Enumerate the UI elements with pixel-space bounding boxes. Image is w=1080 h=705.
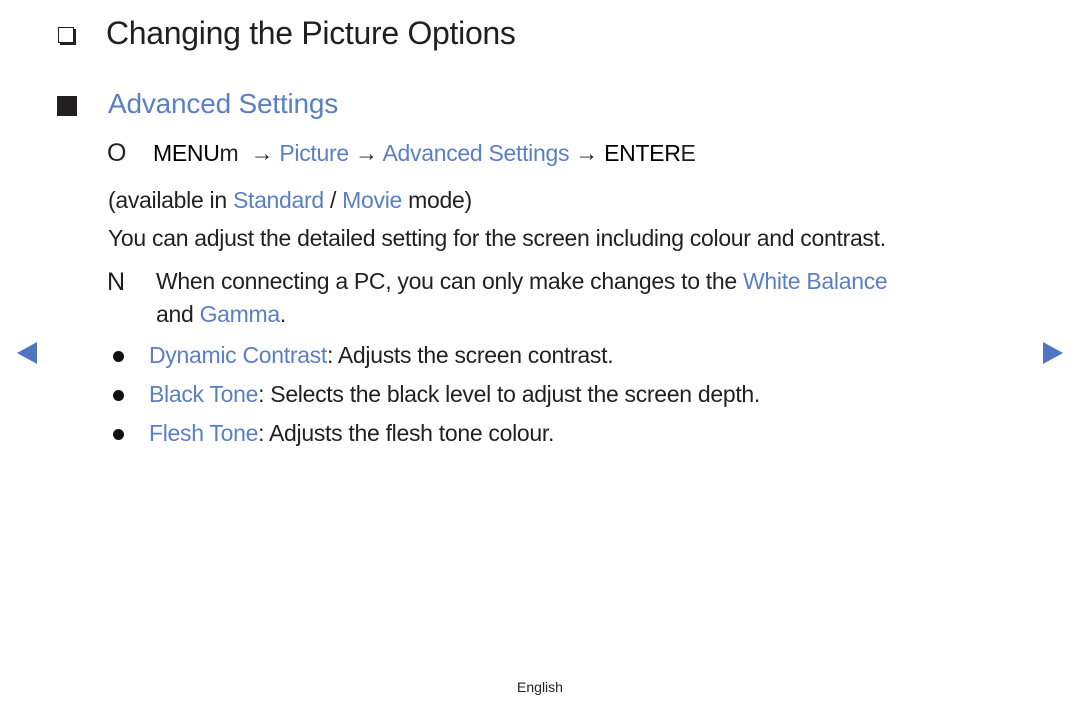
bullet-icon xyxy=(113,429,124,440)
bullet-icon xyxy=(113,390,124,401)
enter-key: ENTER xyxy=(604,140,681,166)
availability-prefix: (available in xyxy=(108,187,233,213)
item-text: : Adjusts the flesh tone colour. xyxy=(258,420,555,446)
bullet-icon xyxy=(113,351,124,362)
arrow-icon: → xyxy=(575,140,598,166)
item-term[interactable]: Flesh Tone xyxy=(149,420,258,446)
item-text: : Selects the black level to adjust the … xyxy=(258,381,760,407)
note-icon: N xyxy=(107,268,126,296)
description: You can adjust the detailed setting for … xyxy=(108,225,886,251)
availability-separator: / xyxy=(323,187,343,213)
arrow-icon: → xyxy=(354,140,378,166)
filled-square-icon xyxy=(57,96,77,116)
availability-suffix: mode) xyxy=(402,187,472,213)
menu-path: MENUm → Picture → Advanced Settings → EN… xyxy=(153,140,696,167)
menu-key-icon: m xyxy=(219,140,239,166)
checkbox-square-icon xyxy=(58,27,74,43)
note-text: . xyxy=(279,301,286,327)
page-title: Changing the Picture Options xyxy=(106,15,516,51)
note-text: and xyxy=(156,301,200,327)
list-item: Dynamic Contrast: Adjusts the screen con… xyxy=(149,342,614,369)
note-text: When connecting a PC, you can only make … xyxy=(156,268,743,294)
mode-movie[interactable]: Movie xyxy=(342,187,402,213)
menu-step-picture[interactable]: Picture xyxy=(279,140,349,166)
menu-step-advanced-settings[interactable]: Advanced Settings xyxy=(382,140,569,166)
section-title: Advanced Settings xyxy=(108,88,339,119)
list-item: Flesh Tone: Adjusts the flesh tone colou… xyxy=(149,420,554,447)
note-line-2: and Gamma. xyxy=(156,301,286,328)
item-text: : Adjusts the screen contrast. xyxy=(326,342,614,368)
menu-key: MENU xyxy=(153,140,220,166)
enter-key-icon: E xyxy=(680,140,696,166)
previous-page-icon[interactable] xyxy=(17,342,37,364)
remote-icon: O xyxy=(107,139,127,167)
item-term[interactable]: Black Tone xyxy=(149,381,258,407)
arrow-icon: → xyxy=(250,140,274,166)
list-item: Black Tone: Selects the black level to a… xyxy=(149,381,760,408)
next-page-icon[interactable] xyxy=(1043,342,1063,364)
note-line-1: When connecting a PC, you can only make … xyxy=(156,268,888,295)
item-term[interactable]: Dynamic Contrast xyxy=(149,342,327,368)
link-gamma[interactable]: Gamma xyxy=(200,301,281,327)
mode-standard[interactable]: Standard xyxy=(233,187,324,213)
availability-note: (available in Standard / Movie mode) xyxy=(108,187,472,214)
link-white-balance[interactable]: White Balance xyxy=(743,268,888,294)
footer-language: English xyxy=(517,679,563,695)
